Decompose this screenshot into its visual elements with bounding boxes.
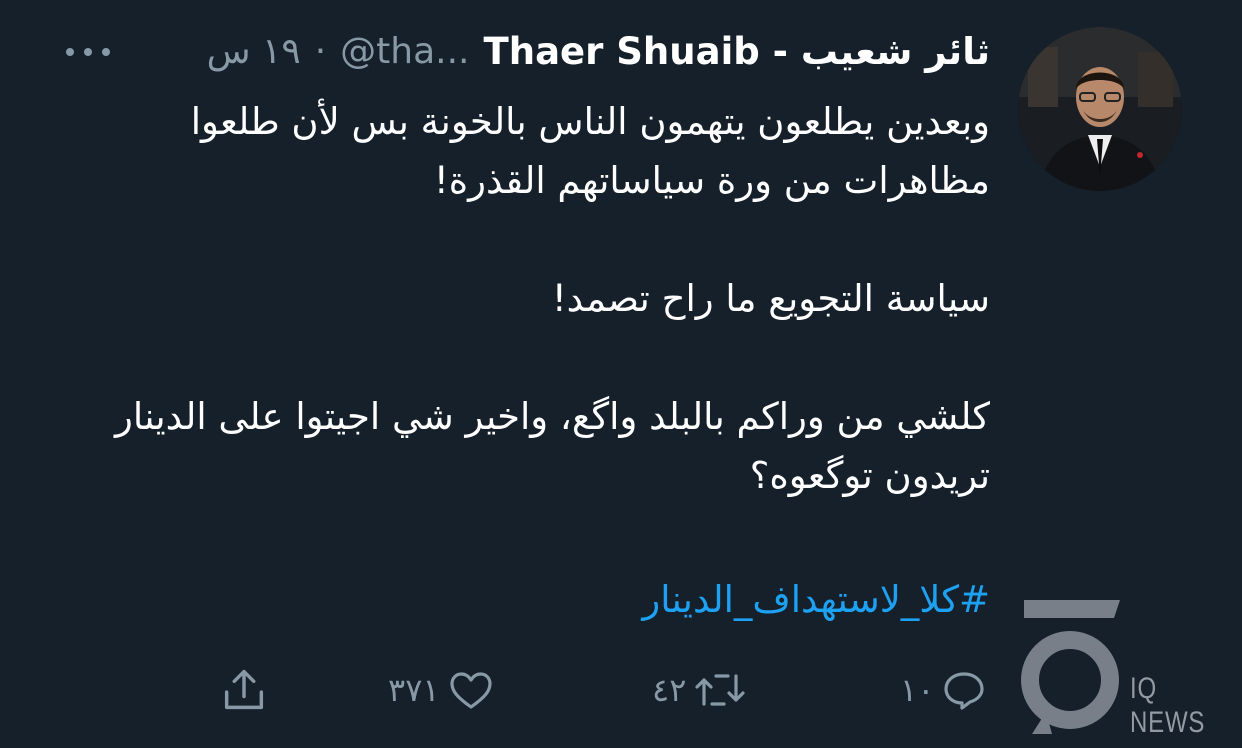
display-name[interactable]: ثائر شعيب - Thaer Shuaib xyxy=(484,30,991,73)
share-button[interactable] xyxy=(218,650,276,730)
tweet-header: ثائر شعيب - Thaer Shuaib @tha... · ١٩ س xyxy=(207,26,990,76)
like-button[interactable]: ٣٧١ xyxy=(388,650,496,730)
tweet-paragraph: كلشي من وراكم بالبلد واگع، واخير شي اجيت… xyxy=(115,395,990,497)
tweet-paragraph: وبعدين يطلعون يتهمون الناس بالخونة بس لأ… xyxy=(190,100,990,202)
retweet-icon xyxy=(692,666,748,714)
tweet: ثائر شعيب - Thaer Shuaib @tha... · ١٩ س … xyxy=(0,0,1242,748)
watermark-text: IQ NEWS xyxy=(1130,672,1206,739)
reply-icon xyxy=(940,666,988,714)
tweet-paragraph: سياسة التجويع ما راح تصمد! xyxy=(551,277,990,320)
hashtag-link[interactable]: #كلا_لاستهداف_الدينار xyxy=(642,578,990,621)
like-icon xyxy=(446,666,496,714)
share-icon xyxy=(218,664,270,716)
retweet-count: ٤٢ xyxy=(652,671,687,709)
separator-dot: · xyxy=(314,30,327,72)
reply-count: ١٠ xyxy=(900,671,935,709)
avatar[interactable] xyxy=(1018,27,1182,191)
timestamp[interactable]: ١٩ س xyxy=(207,31,301,72)
user-handle[interactable]: @tha... xyxy=(340,31,469,72)
reply-button[interactable]: ١٠ xyxy=(900,650,988,730)
tweet-body: وبعدين يطلعون يتهمون الناس بالخونة بس لأ… xyxy=(70,92,990,505)
retweet-button[interactable]: ٤٢ xyxy=(652,650,748,730)
avatar-photo xyxy=(1018,27,1182,191)
like-count: ٣٧١ xyxy=(388,671,440,709)
more-icon[interactable] xyxy=(60,32,116,72)
